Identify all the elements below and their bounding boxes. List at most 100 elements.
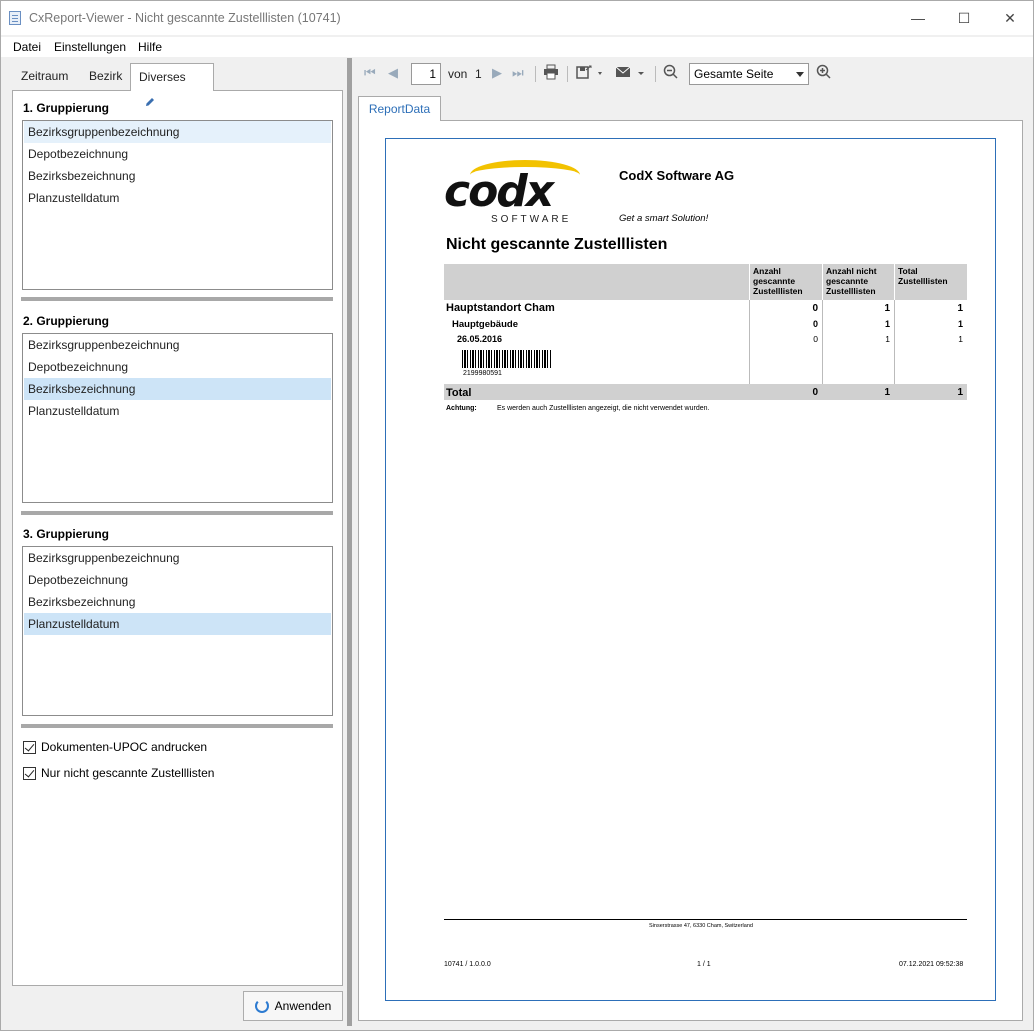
list-item[interactable]: Bezirksbezeichnung [24,165,331,187]
table-cell: 1 [884,303,890,314]
maximize-button[interactable]: ☐ [941,1,987,35]
list-item[interactable]: Bezirksgruppenbezeichnung [24,547,331,569]
close-button[interactable]: ✕ [987,1,1033,35]
toolbar-separator [535,66,536,82]
footer-address: Sinserstrasse 47, 6330 Cham, Switzerland [649,923,753,929]
menu-hilfe[interactable]: Hilfe [138,40,162,54]
menu-bar: Datei Einstellungen Hilfe [1,37,1033,57]
list-item[interactable]: Planzustelldatum [24,400,331,422]
table-cell: 1 [885,334,890,344]
page-number-input[interactable]: 1 [411,63,441,85]
menu-einstellungen[interactable]: Einstellungen [54,40,126,54]
separator [21,297,333,301]
separator [21,724,333,728]
pencil-icon [144,91,156,117]
zoom-value: Gesamte Seite [694,67,774,81]
list-item[interactable]: Planzustelldatum [24,613,331,635]
table-cell: 1 [957,303,963,314]
apply-button-label: Anwenden [274,999,332,1013]
footer-timestamp: 07.12.2021 09:52:38 [899,961,964,968]
options-panel: 1. Gruppierung Bezirksgruppenbezeichnung… [12,90,343,986]
column-header: Total Zustelllisten [894,264,967,300]
list-item[interactable]: Bezirksbezeichnung [24,378,331,400]
table-row-label: 26.05.2016 [457,334,503,344]
first-page-icon[interactable]: ⏮ [364,65,376,81]
table-cell: 1 [957,319,963,329]
tab-reportdata[interactable]: ReportData [358,96,441,121]
mail-icon[interactable] [615,64,645,83]
table-cell: 0 [812,303,818,314]
tab-diverses-label: Diverses [139,70,186,84]
table-cell: 0 [813,334,818,344]
tab-zeitraum[interactable]: Zeitraum [13,63,76,91]
slogan: Get a smart Solution! [619,213,709,224]
title-bar: CxReport-Viewer - Nicht gescannte Zustel… [1,1,1033,35]
separator [21,511,333,515]
table-row-label: Hauptgebäude [452,319,518,330]
table-cell: 1 [958,334,963,344]
menu-datei[interactable]: Datei [13,40,41,54]
table-row-label: Hauptstandort Cham [446,302,555,314]
total-cell: 1 [957,387,963,398]
last-page-icon[interactable]: ⏭ [512,65,524,81]
page-of-label: von [448,67,468,81]
list-item[interactable]: Planzustelldatum [24,187,331,209]
app-icon [9,11,21,25]
group-3-list[interactable]: Bezirksgruppenbezeichnung Depotbezeichnu… [22,546,333,716]
total-cell: 1 [884,387,890,398]
checkbox-nicht-gescannt[interactable] [23,766,36,780]
group-1-title: 1. Gruppierung [23,101,110,115]
print-icon[interactable] [543,64,559,83]
option-nicht-gescannt-label: Nur nicht gescannte Zustelllisten [41,766,215,780]
minimize-button[interactable]: — [895,1,941,35]
zoom-out-icon[interactable] [663,64,679,83]
group-1-list[interactable]: Bezirksgruppenbezeichnung Depotbezeichnu… [22,120,333,290]
toolbar-separator [567,66,568,82]
export-icon[interactable] [576,64,602,83]
splitter[interactable] [347,58,352,1026]
zoom-select[interactable]: Gesamte Seite [689,63,809,85]
table-cell: 0 [812,319,818,329]
column-header: Anzahl nicht gescannte Zustelllisten [822,264,894,300]
option-nicht-gescannt[interactable]: Nur nicht gescannte Zustelllisten [23,765,214,781]
note-text: Es werden auch Zustelllisten angezeigt, … [497,405,710,412]
barcode [462,350,552,368]
footer-line [444,919,967,920]
list-item[interactable]: Bezirksbezeichnung [24,591,331,613]
total-pages: 1 [475,67,482,81]
tab-diverses[interactable]: Diverses [130,63,214,106]
option-upoc-label: Dokumenten-UPOC andrucken [41,740,208,754]
table-header: Anzahl gescannte Zustelllisten Anzahl ni… [444,264,967,300]
zoom-in-icon[interactable] [816,64,832,83]
group-2-list[interactable]: Bezirksgruppenbezeichnung Depotbezeichnu… [22,333,333,503]
option-upoc[interactable]: Dokumenten-UPOC andrucken [23,739,207,755]
list-item[interactable]: Depotbezeichnung [24,143,331,165]
column-header: Anzahl gescannte Zustelllisten [749,264,822,300]
table-cell: 1 [884,319,890,329]
list-item[interactable]: Bezirksgruppenbezeichnung [24,121,331,143]
report-title: Nicht gescannte Zustelllisten [446,236,668,253]
footer-page: 1 / 1 [697,961,711,968]
list-item[interactable]: Bezirksgruppenbezeichnung [24,334,331,356]
list-item[interactable]: Depotbezeichnung [24,569,331,591]
logo-subtitle: SOFTWARE [491,214,572,225]
total-label: Total [446,387,472,399]
note-label: Achtung: [446,405,477,412]
barcode-number: 2199980591 [463,370,502,377]
window-title: CxReport-Viewer - Nicht gescannte Zustel… [29,11,341,25]
apply-button[interactable]: Anwenden [243,991,343,1021]
company-name: CodX Software AG [619,168,735,183]
checkbox-upoc[interactable] [23,740,36,754]
chevron-down-icon [796,72,804,77]
logo: codx [444,166,554,217]
next-page-icon[interactable]: ▶ [492,65,502,81]
refresh-icon [254,999,269,1013]
tab-bezirk[interactable]: Bezirk [81,63,130,91]
list-item[interactable]: Depotbezeichnung [24,356,331,378]
total-cell: 0 [812,387,818,398]
prev-page-icon[interactable]: ◀ [388,65,398,81]
group-2-title: 2. Gruppierung [23,314,110,328]
footer-version: 10741 / 1.0.0.0 [444,961,491,968]
toolbar-separator [655,66,656,82]
group-3-title: 3. Gruppierung [23,527,110,541]
